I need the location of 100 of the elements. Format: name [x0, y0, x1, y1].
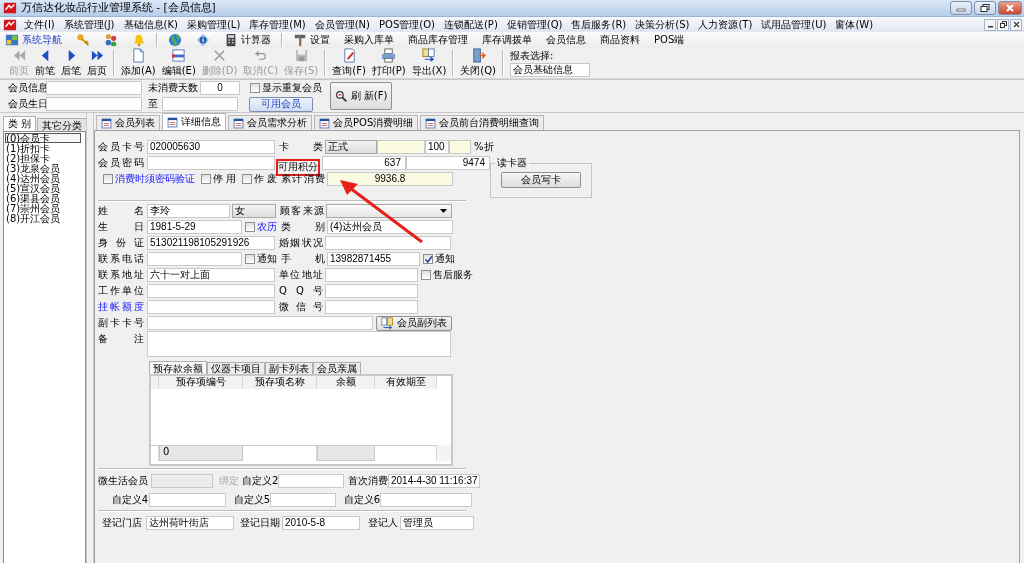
tab[interactable]: 会员列表 [96, 115, 160, 130]
text-field[interactable]: 达州荷叶街店 [146, 516, 234, 530]
text-field[interactable]: 会员基础信息 [510, 63, 590, 77]
text-field[interactable] [377, 140, 425, 154]
refresh-button[interactable]: 刷 新(F) [330, 82, 392, 110]
menu-item[interactable]: 文件(I) [24, 17, 55, 32]
available-members-button[interactable]: 可用会员 [249, 96, 313, 112]
menu-item[interactable]: 促销管理(Q) [506, 17, 563, 32]
text-field[interactable] [270, 493, 336, 507]
text-field[interactable] [162, 97, 238, 111]
toolbar-button[interactable]: 关闭(Q) [457, 49, 499, 77]
text-field[interactable]: 2010-5-8 [282, 516, 360, 530]
toolbar-button[interactable]: POS端 [647, 32, 692, 48]
text-field[interactable]: 513021198105291926 [147, 236, 275, 250]
restore-button[interactable] [997, 18, 1009, 31]
member-sub-list-button[interactable]: 会员副列表 [376, 315, 452, 331]
menu-item[interactable]: 采购管理(L) [186, 17, 241, 32]
dropdown[interactable] [326, 204, 452, 218]
tab[interactable]: 会员POS消费明细 [314, 115, 419, 130]
text-field[interactable]: 管理员 [400, 516, 474, 530]
list-item[interactable]: (3)龙泉会员 [5, 163, 81, 173]
checkbox[interactable]: 售后服务 [421, 268, 473, 282]
menu-item[interactable]: 售后服务(R) [571, 17, 627, 32]
text-field[interactable] [449, 140, 471, 154]
toolbar-button[interactable]: 导出(X) [408, 49, 450, 77]
list-item[interactable]: (8)开江会员 [5, 213, 81, 223]
menu-item[interactable]: 系统管理(J) [63, 17, 115, 32]
text-area[interactable] [147, 331, 451, 357]
text-field[interactable]: 2014-4-30 11:16:37 [388, 474, 480, 488]
text-field[interactable] [147, 284, 275, 298]
text-field[interactable] [325, 300, 418, 314]
checkbox[interactable]: 农历 [245, 220, 277, 234]
list-item[interactable]: (0)会员卡 [5, 133, 81, 143]
list-item[interactable]: (6)渠县会员 [5, 193, 81, 203]
text-field[interactable]: 0 [200, 81, 240, 95]
text-field[interactable]: 100 [425, 140, 449, 154]
text-field[interactable]: 9474 [406, 156, 490, 170]
close-button[interactable] [1010, 18, 1022, 31]
splitter[interactable] [86, 113, 94, 563]
toolbar-button[interactable]: 添加(A) [118, 49, 159, 77]
text-field[interactable]: 020005630 [147, 140, 275, 154]
checkbox[interactable]: 通知 [245, 252, 277, 266]
text-field[interactable] [147, 156, 275, 170]
toolbar-button[interactable]: 商品资料 [593, 32, 647, 48]
text-field[interactable] [46, 97, 142, 111]
menu-item[interactable]: POS管理(O) [379, 17, 435, 32]
text-field[interactable] [147, 316, 373, 330]
menu-item[interactable]: 窗体(W) [835, 17, 874, 32]
checkbox[interactable]: 作 废 [241, 172, 277, 186]
tab[interactable]: 详细信息 [162, 113, 226, 130]
text-field[interactable]: 六十一对上面 [147, 268, 275, 282]
tab[interactable]: 副卡列表 [265, 362, 313, 374]
text-field[interactable] [325, 284, 418, 298]
toolbar-button[interactable]: 采购入库单 [337, 32, 401, 48]
text-field[interactable]: 13982871455 [327, 252, 420, 266]
gender-field[interactable]: 女 [232, 204, 276, 218]
text-field[interactable] [149, 493, 226, 507]
tab[interactable]: 其它分类 [37, 118, 88, 131]
toolbar-button[interactable]: 打印(P) [368, 49, 409, 77]
menu-item[interactable]: 会员管理(N) [314, 17, 370, 32]
text-field[interactable]: 李玲 [147, 204, 230, 218]
tab[interactable]: 仪器卡项目 [207, 362, 265, 374]
text-field[interactable] [325, 236, 451, 250]
list-item[interactable]: (4)达州会员 [5, 173, 81, 183]
text-field[interactable]: 9936.8 [327, 172, 453, 186]
text-field[interactable] [325, 268, 418, 282]
tab[interactable]: 类 别 [3, 116, 37, 131]
toolbar-button[interactable]: 库存调拨单 [475, 32, 539, 48]
toolbar-button[interactable]: 计算器 [217, 32, 278, 48]
menu-item[interactable]: 试用品管理(U) [761, 17, 827, 32]
text-field[interactable] [46, 81, 142, 95]
toolbar-button[interactable]: 系统导航 [3, 32, 69, 48]
text-field[interactable]: 637 [322, 156, 406, 170]
card-type-field[interactable]: 正式 [325, 140, 377, 154]
restore-button[interactable] [974, 1, 996, 15]
text-field[interactable] [278, 474, 344, 488]
text-field[interactable] [147, 252, 242, 266]
checkbox[interactable]: 显示重复会员 [250, 81, 322, 95]
toolbar-button[interactable]: 后页 [84, 49, 110, 77]
text-field[interactable] [147, 300, 275, 314]
checkbox[interactable]: 停 用 [200, 172, 236, 186]
text-field[interactable]: 1981-5-29 [147, 220, 242, 234]
toolbar-button[interactable]: 设置 [286, 32, 337, 48]
tab[interactable]: 预存款余额 [149, 361, 207, 374]
menu-item[interactable]: 库存管理(M) [249, 17, 306, 32]
checkbox[interactable]: 消费时须密码验证 [103, 172, 195, 186]
checkbox[interactable]: 通知 [423, 252, 455, 266]
toolbar-button[interactable]: 商品库存管理 [401, 32, 475, 48]
toolbar-button[interactable]: 编辑(E) [158, 49, 199, 77]
tab[interactable]: 会员亲属 [313, 362, 361, 374]
toolbar-button[interactable]: 前笔 [32, 49, 58, 77]
text-field[interactable]: (4)达州会员 [327, 220, 453, 234]
list-item[interactable]: (7)崇州会员 [5, 203, 81, 213]
menu-item[interactable]: 人力资源(T) [698, 17, 753, 32]
menu-item[interactable]: 连锁配送(P) [443, 17, 498, 32]
list-item[interactable]: (1)折扣卡 [5, 143, 81, 153]
menu-item[interactable]: 基础信息(K) [123, 17, 178, 32]
minimize-button[interactable] [984, 18, 996, 31]
tab[interactable]: 会员需求分析 [228, 115, 312, 130]
write-card-button[interactable]: 会员写卡 [501, 172, 581, 188]
